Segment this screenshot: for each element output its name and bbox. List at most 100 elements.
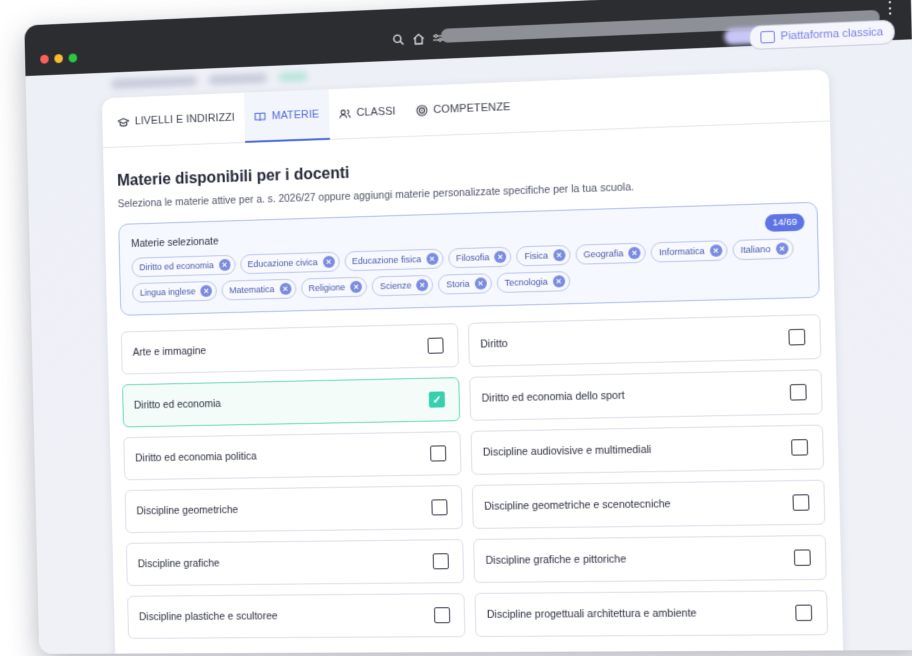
chip-label: Storia xyxy=(446,278,470,290)
remove-chip-icon[interactable]: × xyxy=(494,250,507,264)
subject-option[interactable]: Discipline geometriche xyxy=(124,485,463,534)
subject-chip: Filosofia × xyxy=(447,246,512,269)
remove-chip-icon[interactable]: × xyxy=(416,278,429,292)
checkbox-checked[interactable]: ✓ xyxy=(428,391,446,408)
subject-chip: Geografia × xyxy=(575,242,647,265)
checkbox[interactable] xyxy=(788,328,806,346)
checkbox[interactable] xyxy=(791,439,809,456)
chip-label: Filosofia xyxy=(455,252,490,264)
subject-label: Discipline grafiche xyxy=(137,557,220,571)
subject-option[interactable]: Discipline progettuali architettura e am… xyxy=(474,590,829,638)
subject-chip: Storia × xyxy=(437,273,492,295)
chip-label: Educazione civica xyxy=(247,257,318,270)
chip-label: Fisica xyxy=(524,250,549,262)
old-platform-button[interactable]: Piattaforma classica xyxy=(748,19,896,51)
remove-chip-icon[interactable]: × xyxy=(279,282,292,295)
checkbox[interactable] xyxy=(793,549,811,566)
subject-chip: Lingua inglese × xyxy=(132,280,218,303)
remove-chip-icon[interactable]: × xyxy=(322,255,335,268)
browser-window: ⋮ Piattaforma classica LIVELLI E INDIRIZ… xyxy=(24,0,912,654)
minimize-window-button[interactable] xyxy=(54,54,64,64)
old-platform-label: Piattaforma classica xyxy=(780,26,884,43)
checkbox[interactable] xyxy=(789,383,807,401)
browser-menu-icon[interactable]: ⋮ xyxy=(881,0,898,18)
remove-chip-icon[interactable]: × xyxy=(552,275,565,288)
search-icon[interactable] xyxy=(391,32,405,47)
settings-card: LIVELLI E INDIRIZZI MATERIE CLASSI COMPE… xyxy=(101,69,845,654)
chip-label: Tecnologia xyxy=(504,276,548,288)
subject-option[interactable]: Diritto xyxy=(467,314,822,367)
maximize-window-button[interactable] xyxy=(68,53,78,63)
tab-livelli-e-indirizzi[interactable]: LIVELLI E INDIRIZZI xyxy=(108,93,246,147)
book-icon xyxy=(254,111,266,123)
subject-label: Diritto ed economia dello sport xyxy=(481,389,625,405)
chip-label: Religione xyxy=(308,282,346,294)
tab-competenze[interactable]: COMPETENZE xyxy=(405,82,521,136)
home-icon[interactable] xyxy=(411,32,425,47)
tab-label: LIVELLI E INDIRIZZI xyxy=(134,111,236,128)
subject-chip: Fisica × xyxy=(516,244,571,267)
subject-option[interactable]: Discipline geometriche e scenotecniche xyxy=(471,479,826,529)
subject-label: Discipline audiovisive e multimediali xyxy=(482,443,652,459)
remove-chip-icon[interactable]: × xyxy=(628,246,641,260)
subject-chip: Matematica × xyxy=(221,278,297,301)
subject-chip: Educazione civica × xyxy=(239,251,340,275)
subject-option[interactable]: Discipline plastiche e scultoree xyxy=(127,593,466,639)
card-content: Materie disponibili per i docenti Selezi… xyxy=(104,148,843,639)
subject-option[interactable]: Discipline audiovisive e multimediali xyxy=(470,424,825,475)
chip-label: Lingua inglese xyxy=(139,286,196,298)
tab-label: COMPETENZE xyxy=(433,101,511,117)
subject-label: Discipline plastiche e scultoree xyxy=(138,610,278,624)
remove-chip-icon[interactable]: × xyxy=(474,277,487,290)
chip-label: Informatica xyxy=(658,245,705,258)
remove-chip-icon[interactable]: × xyxy=(552,248,566,262)
checkbox[interactable] xyxy=(431,499,448,516)
subject-label: Discipline geometriche e scenotecniche xyxy=(484,498,671,513)
subject-chip: Diritto ed economia × xyxy=(131,254,236,278)
subject-label: Discipline geometriche xyxy=(136,504,239,518)
selected-chip-list: Diritto ed economia × Educazione civica × … xyxy=(131,238,806,303)
tab-classi[interactable]: CLASSI xyxy=(328,86,406,139)
chip-label: Scienze xyxy=(379,280,412,292)
checkbox[interactable] xyxy=(432,553,449,570)
checkbox[interactable] xyxy=(427,337,444,354)
checkbox[interactable] xyxy=(792,494,810,511)
subject-option[interactable]: Diritto ed economia ✓ xyxy=(122,377,461,428)
tab-label: MATERIE xyxy=(271,108,320,123)
subject-chip: Religione × xyxy=(300,276,368,299)
remove-chip-icon[interactable]: × xyxy=(218,258,231,271)
target-icon xyxy=(415,104,427,116)
remove-chip-icon[interactable]: × xyxy=(200,284,213,298)
subject-option[interactable]: Discipline grafiche xyxy=(125,539,465,586)
chip-label: Educazione fisica xyxy=(351,254,422,267)
selected-subjects-panel: Materie selezionate 14/69 Diritto ed eco… xyxy=(118,201,820,316)
subject-label: Arte e immagine xyxy=(132,345,207,359)
subject-option[interactable]: Arte e immagine xyxy=(120,323,459,375)
graduation-cap-icon xyxy=(118,116,130,128)
remove-chip-icon[interactable]: × xyxy=(425,252,439,266)
chip-label: Geografia xyxy=(583,248,624,260)
chip-label: Matematica xyxy=(229,284,275,296)
chip-label: Italiano xyxy=(740,243,771,256)
subject-label: Diritto ed economia politica xyxy=(135,450,257,465)
remove-chip-icon[interactable]: × xyxy=(709,244,723,257)
subject-option[interactable]: Diritto ed economia dello sport xyxy=(469,369,823,421)
checkbox[interactable] xyxy=(795,604,813,622)
close-window-button[interactable] xyxy=(40,54,49,64)
subject-option[interactable]: Discipline grafiche e pittoriche xyxy=(473,534,827,583)
tab-materie[interactable]: MATERIE xyxy=(243,89,330,142)
remove-chip-icon[interactable]: × xyxy=(350,280,363,294)
subject-option[interactable]: Diritto ed economia politica xyxy=(123,431,462,481)
users-icon xyxy=(339,107,351,119)
subject-label: Discipline grafiche e pittoriche xyxy=(485,553,627,567)
checkbox[interactable] xyxy=(433,607,451,624)
tab-label: CLASSI xyxy=(356,105,396,119)
app-background: Piattaforma classica LIVELLI E INDIRIZZI… xyxy=(25,19,912,654)
remove-chip-icon[interactable]: × xyxy=(775,242,789,256)
checkbox[interactable] xyxy=(430,445,447,462)
address-icons xyxy=(391,31,445,47)
subject-chip: Italiano × xyxy=(732,238,794,261)
monitor-icon xyxy=(759,30,775,44)
subject-label: Diritto ed economia xyxy=(133,397,222,412)
subject-grid: Arte e immagine Diritto Diritto ed econo… xyxy=(120,314,829,639)
